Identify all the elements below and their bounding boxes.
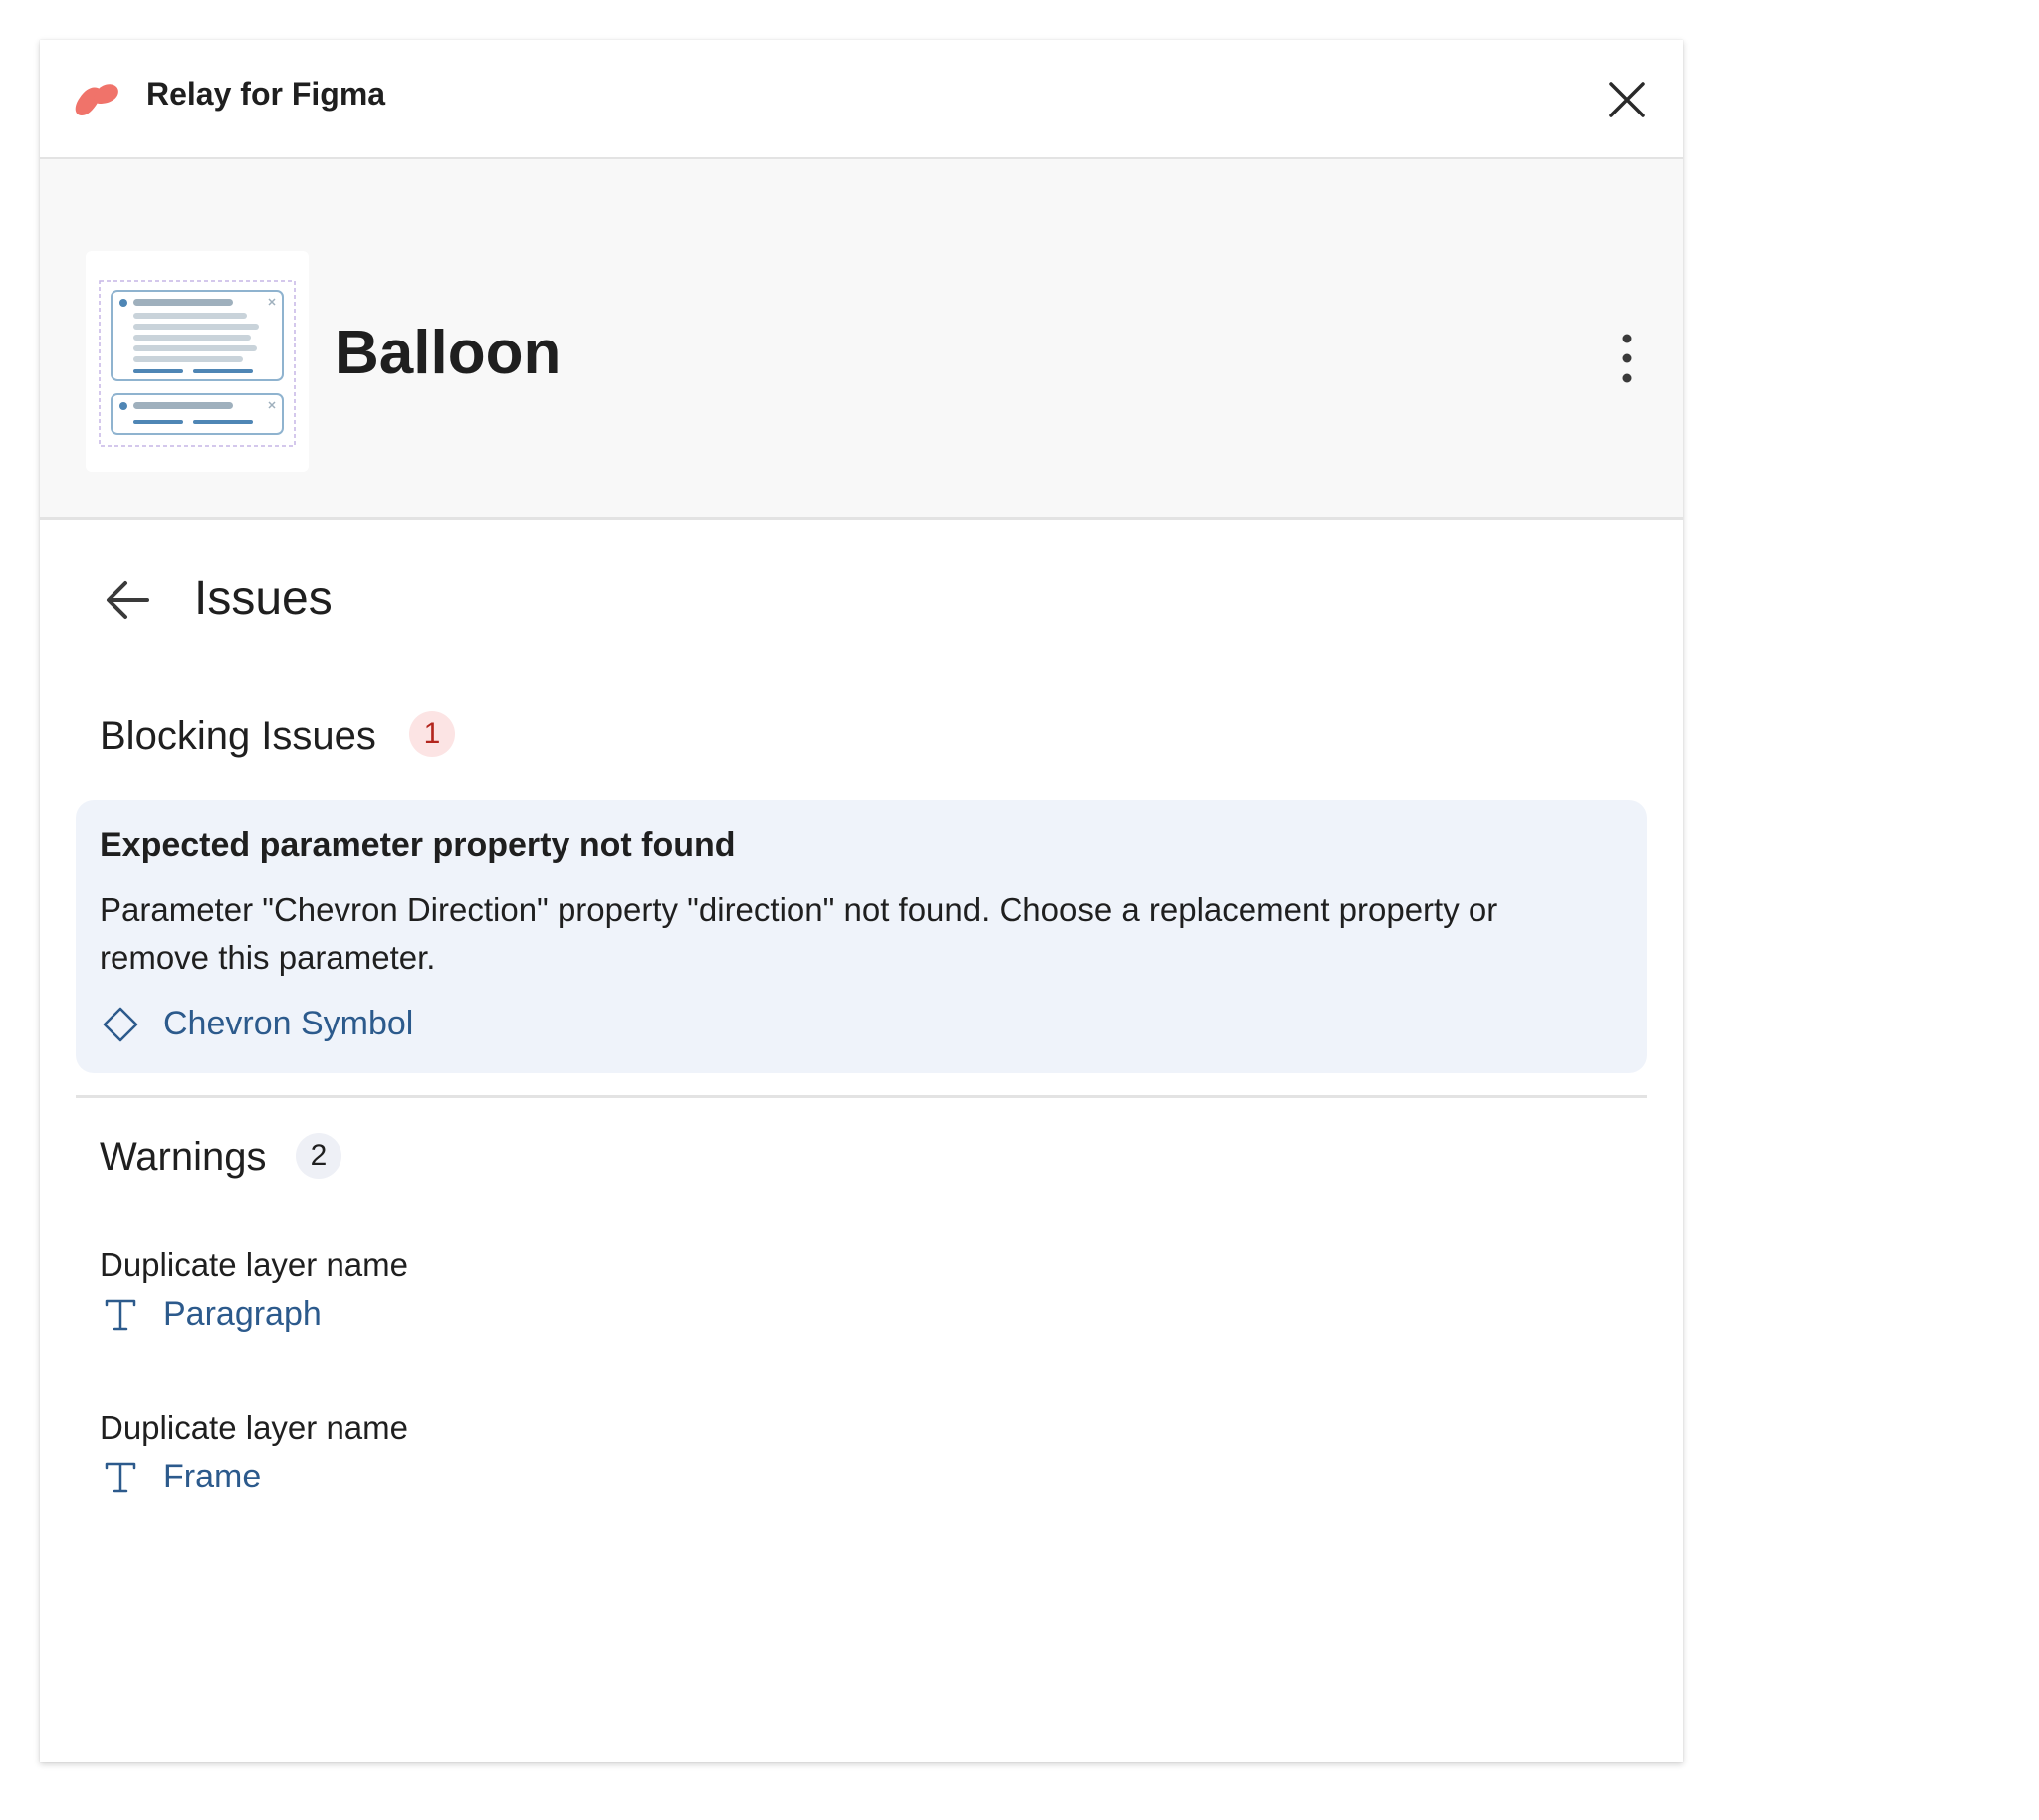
layer-link-chevron-symbol[interactable]: Chevron Symbol (102, 1000, 460, 1047)
warning-label: Duplicate layer name (100, 1247, 408, 1283)
back-button[interactable] (100, 575, 155, 625)
component-name: Balloon (335, 319, 562, 387)
component-header: Balloon (40, 159, 1683, 520)
relay-logo-icon (75, 84, 118, 115)
warnings-title: Warnings (100, 1135, 267, 1179)
arrow-back-icon (107, 581, 149, 619)
layer-link-label: Chevron Symbol (163, 1005, 414, 1042)
layer-link-paragraph[interactable]: Paragraph (102, 1290, 360, 1338)
close-icon (1609, 82, 1645, 117)
section-divider (76, 1095, 1647, 1098)
text-layer-icon (105, 1299, 136, 1331)
layer-link-label: Frame (163, 1458, 262, 1495)
text-layer-icon (105, 1462, 136, 1493)
title-bar: Relay for Figma (40, 40, 1683, 159)
more-vertical-icon (1622, 334, 1632, 383)
blocking-issues-title: Blocking Issues (100, 714, 376, 758)
relay-plugin-panel: Relay for Figma Balloon Issues Blocking … (40, 40, 1683, 1762)
app-title: Relay for Figma (146, 76, 386, 112)
layer-link-frame[interactable]: Frame (102, 1453, 301, 1500)
balloon-preview-image (99, 280, 296, 447)
issue-heading: Expected parameter property not found (100, 826, 736, 864)
issue-description: Parameter "Chevron Direction" property "… (100, 891, 1498, 976)
layer-link-label: Paragraph (163, 1295, 322, 1333)
more-options-button[interactable] (1605, 331, 1649, 386)
warning-label: Duplicate layer name (100, 1409, 408, 1446)
component-thumbnail (86, 251, 309, 472)
blocking-issue-card: Expected parameter property not found Pa… (76, 800, 1647, 1073)
close-button[interactable] (1603, 76, 1651, 123)
blocking-issues-count-badge: 1 (409, 711, 455, 757)
issues-title: Issues (194, 572, 333, 625)
component-diamond-icon (103, 1007, 138, 1042)
warnings-count-badge: 2 (296, 1133, 341, 1179)
